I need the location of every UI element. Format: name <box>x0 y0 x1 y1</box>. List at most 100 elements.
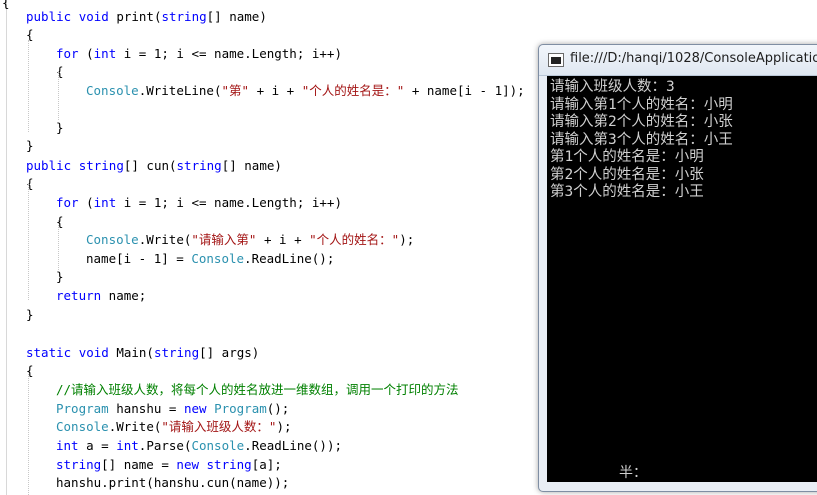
code-token: public <box>26 158 72 173</box>
code-token: string <box>56 457 102 472</box>
outline-line <box>6 0 7 495</box>
code-token: int <box>56 438 79 453</box>
code-token: ); <box>399 232 415 247</box>
code-line[interactable]: Console.WriteLine("第" + i + "个人的姓名是：" + … <box>86 82 525 100</box>
console-output-line: 请输入班级人数：3 <box>550 79 675 95</box>
code-token: } <box>56 120 64 135</box>
code-token: static <box>26 345 72 360</box>
console-screen[interactable]: 半： 请输入班级人数：3 请输入第1个人的姓名：小明 请输入第2个人的姓名：小张 请输… <box>547 76 817 482</box>
code-token: i = 1; i <= name.Length; i++) <box>116 195 342 210</box>
code-line[interactable]: } <box>26 306 34 324</box>
code-token: [] name = <box>101 457 177 472</box>
code-token: Console <box>86 232 139 247</box>
code-token: + i + <box>249 83 302 98</box>
code-token: .ReadLine()); <box>244 438 343 453</box>
console-output-line: 第3个人的姓名是：小王 <box>550 184 704 200</box>
code-line[interactable]: } <box>56 119 64 137</box>
code-token: "个人的姓名：" <box>309 232 400 247</box>
code-line[interactable]: name[i - 1] = Console.ReadLine(); <box>86 250 334 268</box>
code-token: .Write( <box>108 419 162 434</box>
code-token: [] name) <box>221 158 282 173</box>
console-output-line: 第1个人的姓名是：小明 <box>550 149 704 165</box>
code-line[interactable]: for (int i = 1; i <= name.Length; i++) <box>56 45 342 63</box>
code-token: Console <box>191 251 245 266</box>
console-titlebar[interactable]: file:///D:/hanqi/1028/ConsoleApplication… <box>539 45 817 76</box>
code-token: "第" <box>221 83 250 98</box>
code-token: "个人的姓名是：" <box>301 83 405 98</box>
code-line[interactable]: { <box>2 0 10 12</box>
code-line[interactable]: } <box>56 268 64 286</box>
code-token: ( <box>78 46 94 61</box>
code-token: string <box>176 158 222 173</box>
code-token: .Parse( <box>138 438 192 453</box>
code-token: hanshu.print(hanshu.cun(name)); <box>56 475 290 490</box>
code-token: Console <box>191 438 245 453</box>
code-token: Console <box>56 419 109 434</box>
code-line[interactable]: } <box>26 137 34 155</box>
code-line[interactable]: Console.Write("请输入第" + i + "个人的姓名："); <box>86 231 414 249</box>
code-token: "请输入班级人数：" <box>161 419 277 434</box>
code-token: { <box>2 0 10 10</box>
code-token: hanshu = <box>108 401 184 416</box>
code-editor[interactable]: {public void print(string[] name){for (i… <box>2 0 554 495</box>
code-token: + i + <box>256 232 310 247</box>
code-token: for <box>56 46 79 61</box>
code-token: int <box>93 195 117 210</box>
code-line[interactable]: return name; <box>56 287 146 305</box>
editor-gutter <box>0 0 12 495</box>
code-line[interactable]: for (int i = 1; i <= name.Length; i++) <box>56 194 342 212</box>
code-line[interactable]: //请输入班级人数，将每个人的姓名放进一维数组，调用一个打印的方法 <box>56 381 459 399</box>
code-token: public <box>26 9 72 24</box>
console-app-icon <box>548 53 564 67</box>
code-token: [a]; <box>251 457 282 472</box>
console-output-line: 请输入第2个人的姓名：小张 <box>550 114 733 130</box>
code-line[interactable]: Console.Write("请输入班级人数："); <box>56 418 292 436</box>
code-token: string <box>153 345 200 360</box>
code-token: .WriteLine( <box>138 83 222 98</box>
indent-guide <box>28 372 30 495</box>
code-token: a = <box>78 438 117 453</box>
code-token: return <box>56 288 102 303</box>
code-token: .Write( <box>138 232 192 247</box>
code-token: string <box>78 158 124 173</box>
indent-guide <box>58 72 60 120</box>
console-output-line: 请输入第1个人的姓名：小明 <box>550 96 733 113</box>
code-token: .ReadLine(); <box>244 251 335 266</box>
code-line[interactable]: Program hanshu = new Program(); <box>56 400 289 418</box>
code-token: } <box>26 138 34 153</box>
code-token: void <box>78 345 109 360</box>
code-token: } <box>56 269 64 284</box>
code-line[interactable]: static void Main(string[] args) <box>26 344 259 362</box>
code-token: [] name) <box>206 9 267 24</box>
code-line[interactable]: string[] name = new string[a]; <box>56 456 282 474</box>
code-token: int <box>116 438 139 453</box>
ime-status: 半： <box>619 465 647 481</box>
console-window[interactable]: file:///D:/hanqi/1028/ConsoleApplication… <box>538 44 817 492</box>
code-token: ( <box>78 195 94 210</box>
code-line[interactable]: int a = int.Parse(Console.ReadLine()); <box>56 437 342 455</box>
code-token: new <box>176 457 199 472</box>
code-token: name; <box>101 288 147 303</box>
code-line[interactable]: hanshu.print(hanshu.cun(name)); <box>56 474 289 492</box>
code-line[interactable]: public void print(string[] name) <box>26 8 267 26</box>
console-title: file:///D:/hanqi/1028/ConsoleApplication… <box>570 51 817 66</box>
code-token: string <box>206 457 252 472</box>
code-token: ); <box>276 419 292 434</box>
code-token: } <box>26 307 34 322</box>
code-line[interactable]: public string[] cun(string[] name) <box>26 157 282 175</box>
indent-guide <box>28 40 30 132</box>
indent-guide <box>28 184 30 300</box>
code-token: [] args) <box>199 345 260 360</box>
code-token: new <box>183 401 207 416</box>
indent-guide <box>58 220 60 270</box>
console-output-line: 请输入第3个人的姓名：小王 <box>550 131 733 148</box>
code-token: int <box>93 46 117 61</box>
code-token: //请输入班级人数，将每个人的姓名放进一维数组，调用一个打印的方法 <box>56 382 459 397</box>
code-token: + name[i - 1]); <box>404 83 525 98</box>
code-token: (); <box>266 401 290 416</box>
